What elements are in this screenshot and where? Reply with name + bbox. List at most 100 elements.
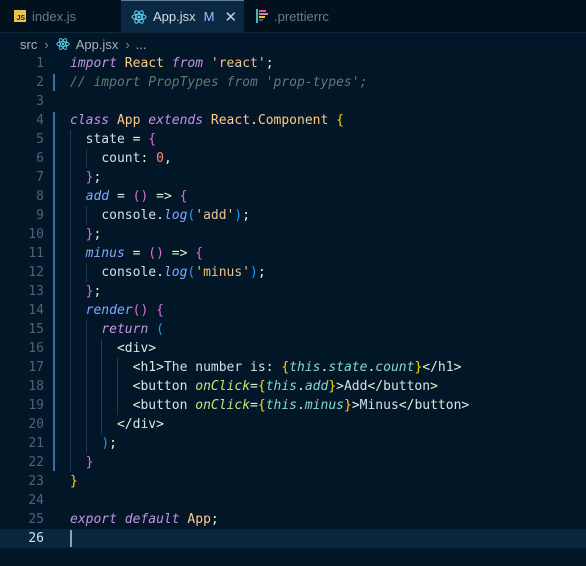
line-number: 6 bbox=[36, 151, 44, 166]
code-line[interactable]: 20 </div> bbox=[0, 415, 586, 434]
code-text: console.log('add'); bbox=[101, 208, 251, 223]
code-line[interactable]: 24 bbox=[0, 491, 586, 510]
code-text: // import PropTypes from 'prop-types'; bbox=[70, 75, 368, 90]
code-text: import React from 'react'; bbox=[70, 56, 274, 71]
code-line[interactable]: 18 <button onClick={this.add}>Add</butto… bbox=[0, 377, 586, 396]
tab-label: index.js bbox=[32, 8, 77, 24]
code-line[interactable]: 4 class App extends React.Component { bbox=[0, 111, 586, 130]
breadcrumb-more[interactable]: ... bbox=[136, 37, 147, 52]
code-line[interactable]: 22 } bbox=[0, 453, 586, 472]
tab-index-js[interactable]: JS index.js bbox=[0, 0, 121, 32]
code-line[interactable]: 25 export default App; bbox=[0, 510, 586, 529]
indent-guide bbox=[70, 168, 71, 187]
code-text: } bbox=[85, 455, 94, 470]
code-text: </div> bbox=[116, 417, 164, 432]
code-line[interactable]: 14 render() { bbox=[0, 301, 586, 320]
indent-guide bbox=[85, 415, 87, 434]
code-text: ); bbox=[101, 436, 117, 451]
code-line[interactable]: 13 }; bbox=[0, 282, 586, 301]
line-number: 10 bbox=[28, 227, 44, 242]
tab-label: App.jsx bbox=[153, 9, 196, 24]
code-text: return ( bbox=[101, 322, 164, 337]
code-line[interactable]: 9 console.log('add'); bbox=[0, 206, 586, 225]
indent-guide bbox=[70, 453, 71, 472]
code-text: <div> bbox=[116, 341, 157, 356]
code-line[interactable]: 5 state = { bbox=[0, 130, 586, 149]
code-text: <button onClick={this.add}>Add</button> bbox=[132, 379, 438, 394]
breadcrumb-file[interactable]: App.jsx bbox=[76, 37, 119, 52]
indent-guide bbox=[70, 301, 71, 320]
indent-guide bbox=[70, 415, 71, 434]
close-icon[interactable]: ✕ bbox=[224, 8, 237, 26]
code-text: render() { bbox=[85, 303, 164, 318]
code-line[interactable]: 3 bbox=[0, 92, 586, 111]
code-line[interactable]: 7 }; bbox=[0, 168, 586, 187]
indent-guide bbox=[70, 244, 71, 263]
indent-guide bbox=[85, 396, 87, 415]
indent-guide bbox=[101, 415, 103, 434]
code-line[interactable]: 16 <div> bbox=[0, 339, 586, 358]
code-editor[interactable]: 1 import React from 'react'; 2 // import Pr… bbox=[0, 54, 586, 566]
code-line[interactable]: 23} bbox=[0, 472, 586, 491]
line-number: 22 bbox=[28, 455, 44, 470]
editor-tab-bar: JS index.js App.jsx M ✕ .prettierrc bbox=[0, 0, 586, 33]
code-line[interactable]: 8 add = () => { bbox=[0, 187, 586, 206]
git-change-indicator bbox=[53, 74, 55, 91]
line-number: 26 bbox=[28, 531, 44, 546]
indent-guide bbox=[85, 377, 87, 396]
indent-guide bbox=[70, 358, 71, 377]
indent-guide bbox=[116, 396, 118, 415]
code-text: minus = () => { bbox=[85, 246, 204, 261]
code-line[interactable]: 26 bbox=[0, 529, 586, 548]
line-number: 18 bbox=[28, 379, 44, 394]
indent-guide bbox=[70, 434, 71, 453]
line-number: 25 bbox=[28, 512, 44, 527]
code-line[interactable]: 2 // import PropTypes from 'prop-types'; bbox=[0, 73, 586, 92]
indent-guide bbox=[101, 339, 103, 358]
code-line[interactable]: 1 import React from 'react'; bbox=[0, 54, 586, 73]
line-number: 7 bbox=[36, 170, 44, 185]
line-number: 4 bbox=[36, 113, 44, 128]
code-text: add = () => { bbox=[85, 189, 188, 204]
code-line[interactable]: 10 }; bbox=[0, 225, 586, 244]
indent-guide bbox=[70, 263, 71, 282]
indent-guide bbox=[70, 130, 71, 149]
code-line[interactable]: 15 return ( bbox=[0, 320, 586, 339]
code-line[interactable]: 11 minus = () => { bbox=[0, 244, 586, 263]
indent-guide bbox=[116, 358, 118, 377]
git-change-indicator bbox=[53, 112, 55, 471]
indent-guide bbox=[101, 377, 103, 396]
code-text: }; bbox=[85, 227, 102, 242]
indent-guide bbox=[70, 396, 71, 415]
line-number: 13 bbox=[28, 284, 44, 299]
line-number: 1 bbox=[36, 56, 44, 71]
line-number: 24 bbox=[28, 493, 44, 508]
indent-guide bbox=[70, 282, 71, 301]
code-text: }; bbox=[85, 284, 102, 299]
breadcrumb-folder[interactable]: src bbox=[20, 37, 37, 52]
indent-guide bbox=[85, 434, 87, 453]
tab-label: .prettierrc bbox=[274, 8, 329, 24]
code-line[interactable]: 19 <button onClick={this.minus}>Minus</b… bbox=[0, 396, 586, 415]
indent-guide bbox=[70, 149, 71, 168]
line-number: 15 bbox=[28, 322, 44, 337]
chevron-right-icon: › bbox=[125, 36, 130, 52]
text-cursor bbox=[70, 530, 72, 547]
code-text: }; bbox=[85, 170, 102, 185]
code-text: class App extends React.Component { bbox=[70, 113, 344, 128]
tab-app-jsx[interactable]: App.jsx M ✕ bbox=[121, 0, 244, 32]
code-text: export default App; bbox=[70, 512, 219, 527]
code-line[interactable]: 12 console.log('minus'); bbox=[0, 263, 586, 282]
indent-guide bbox=[85, 339, 87, 358]
tab-prettierrc[interactable]: .prettierrc bbox=[244, 0, 364, 32]
line-number: 20 bbox=[28, 417, 44, 432]
code-line[interactable]: 6 count: 0, bbox=[0, 149, 586, 168]
line-number: 2 bbox=[36, 75, 44, 90]
code-line[interactable]: 21 ); bbox=[0, 434, 586, 453]
breadcrumb: src › App.jsx › ... bbox=[0, 33, 586, 55]
indent-guide bbox=[101, 396, 103, 415]
line-number: 23 bbox=[28, 474, 44, 489]
code-line[interactable]: 17 <h1>The number is: {this.state.count}… bbox=[0, 358, 586, 377]
indent-guide bbox=[70, 225, 71, 244]
indent-guide bbox=[85, 206, 87, 225]
